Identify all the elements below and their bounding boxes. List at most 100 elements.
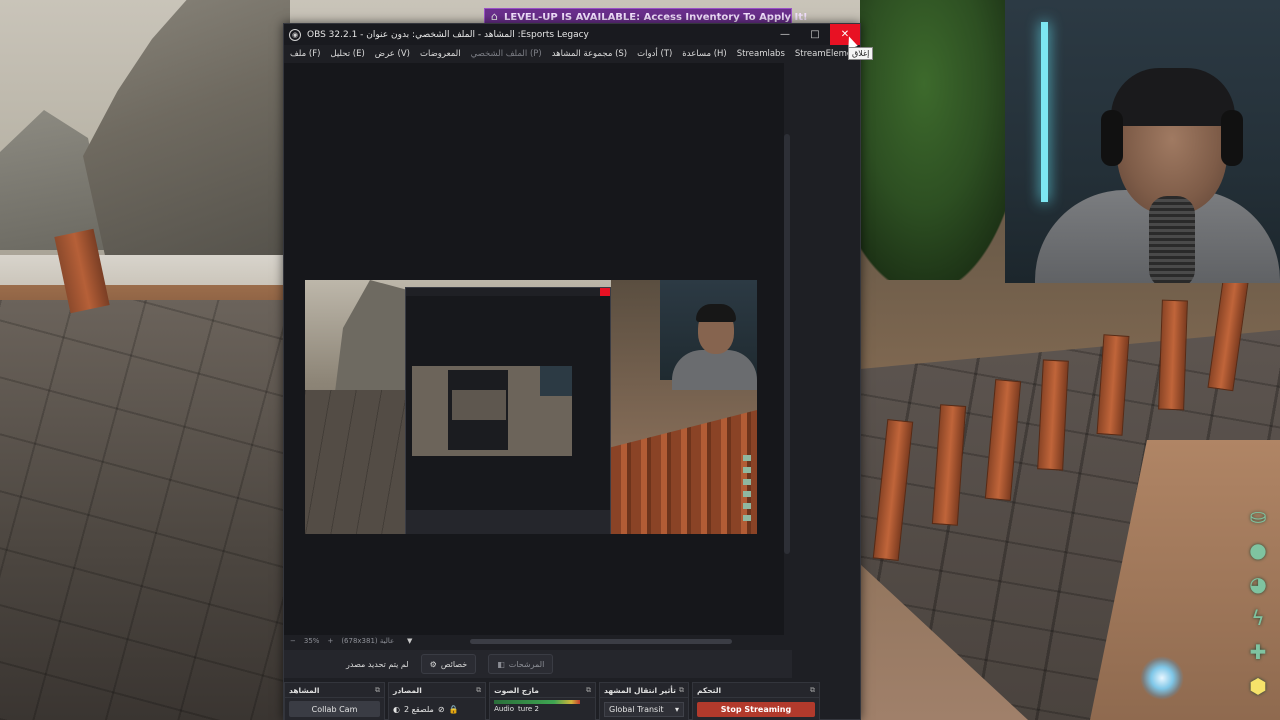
- audio-mixer-body: Audio ture 2: [490, 698, 595, 720]
- zoom-bar: − 35% + (678x381) عالية ▼: [284, 635, 860, 647]
- zoom-level: 35%: [303, 637, 320, 645]
- audio-mixer-dock: مازج الصوت ⧉ Audio ture 2: [489, 682, 596, 720]
- audio-mixer-title: مازج الصوت: [494, 685, 539, 695]
- lightning-icon: ϟ: [1251, 606, 1265, 630]
- audio-channel-name: Audio: [494, 705, 515, 713]
- window-title: OBS 32.2.1 - المشاهد - الملف الشخصي: بدو…: [307, 29, 589, 40]
- stream-preview[interactable]: [305, 280, 757, 534]
- transition-select-value: Global Transit: [609, 704, 664, 714]
- scenes-dock: المشاهد ⧉ Collab Cam: [284, 682, 385, 720]
- house-icon: ⌂: [491, 10, 498, 23]
- dock-popout-icon[interactable]: ⧉: [476, 686, 481, 695]
- preview-cliff: [334, 280, 415, 400]
- preview-webcam: [660, 280, 757, 390]
- preview-nested-canvas-2: [452, 390, 506, 420]
- properties-button[interactable]: ⚙ خصائص: [420, 654, 477, 674]
- vertical-scrollbar[interactable]: [784, 134, 790, 554]
- preview-canvas-area[interactable]: [284, 63, 784, 635]
- health-plus-icon: ✚: [1249, 640, 1267, 664]
- scenes-dock-header: المشاهد ⧉: [285, 683, 384, 698]
- microphone: [1149, 196, 1195, 283]
- menu-profile[interactable]: الملف الشخصي (P): [471, 49, 542, 59]
- preview-nested-titlebar: [406, 288, 610, 296]
- chevron-down-icon: ▾: [674, 704, 679, 714]
- scene-transitions-body: Global Transit ▾: [600, 698, 688, 720]
- zoom-in-button[interactable]: +: [327, 637, 333, 645]
- menu-file[interactable]: ملف (F): [290, 49, 320, 59]
- title-bar[interactable]: ◉ OBS 32.2.1 - المشاهد - الملف الشخصي: ب…: [284, 24, 860, 45]
- scene-transitions-title: تأثير انتقال المشهد: [604, 685, 676, 695]
- water-drop-icon: ●: [1249, 538, 1267, 562]
- maximize-button[interactable]: □: [800, 24, 830, 45]
- horizontal-scrollbar[interactable]: [470, 639, 732, 644]
- no-source-selected: لم يتم تحديد مصدر: [346, 659, 409, 669]
- menu-streamlabs[interactable]: Streamlabs: [737, 49, 785, 59]
- sources-dock: المصادر ⧉ ◐ 2 ملصقع ⊘ 🔒: [388, 682, 487, 720]
- streamer-cap: [1111, 68, 1235, 126]
- chevron-down-icon[interactable]: ▼: [407, 637, 412, 645]
- preview-nested-docks: [406, 510, 610, 534]
- headset-left: [1101, 110, 1123, 166]
- audio-meter: [494, 700, 581, 704]
- water-splash: [1140, 656, 1184, 700]
- sources-dock-title: المصادر: [393, 685, 422, 695]
- obs-logo-icon: ◉: [289, 28, 301, 41]
- weight-icon: ⛀: [1249, 504, 1267, 528]
- game-stone-floor: [0, 300, 300, 720]
- preview-hud: [743, 455, 751, 525]
- minimize-button[interactable]: —: [770, 24, 800, 45]
- level-up-text: LEVEL-UP IS AVAILABLE: Access Inventory …: [503, 11, 808, 23]
- controls-dock-header: التحكم ⧉: [693, 683, 819, 698]
- docks-row: المشاهد ⧉ Collab Cam المصادر ⧉ ◐ 2 ملصقع…: [284, 682, 820, 720]
- preview-nested-webcam: [540, 366, 572, 396]
- game-hud: ⛀ ● ◕ ϟ ✚ ⬢: [1243, 503, 1273, 703]
- filters-button[interactable]: ◧ المرشحات: [488, 654, 554, 674]
- scene-transitions-header: تأثير انتقال المشهد ⧉: [600, 683, 688, 698]
- preview-ground: [305, 390, 415, 534]
- audio-channel-name-2: ture 2: [518, 705, 539, 713]
- transition-select[interactable]: Global Transit ▾: [604, 701, 684, 717]
- game-palm-tree: [860, 0, 1020, 280]
- headset-right: [1221, 110, 1243, 166]
- controls-dock-title: التحكم: [697, 685, 722, 695]
- led-strip: [1041, 22, 1048, 202]
- right-dock-area: [791, 63, 860, 635]
- menu-bar: StreamElements Streamlabs مساعدة (H) أدو…: [284, 45, 865, 63]
- dock-popout-icon[interactable]: ⧉: [810, 686, 815, 695]
- screen: ⌂ LEVEL-UP IS AVAILABLE: Access Inventor…: [0, 0, 1280, 720]
- menu-view[interactable]: عرض (V): [375, 49, 410, 59]
- dock-popout-icon[interactable]: ⧉: [375, 686, 380, 695]
- webcam-overlay: [1005, 0, 1280, 283]
- menu-edit[interactable]: تحليل (E): [330, 49, 364, 59]
- preview-nested-close: [600, 288, 610, 296]
- filter-icon: ◧: [497, 659, 505, 669]
- dock-popout-icon[interactable]: ⧉: [679, 686, 684, 695]
- menu-docks[interactable]: المعروضات: [420, 49, 461, 59]
- sources-dock-header: المصادر ⧉: [389, 683, 486, 698]
- zoom-out-button[interactable]: −: [290, 637, 296, 645]
- eye-slash-icon[interactable]: ⊘: [438, 705, 445, 714]
- preview-streamer-cap: [696, 304, 736, 322]
- audio-channel: Audio ture 2: [494, 705, 539, 713]
- menu-help[interactable]: مساعدة (H): [682, 49, 726, 59]
- menu-tools[interactable]: أدوات (T): [637, 49, 672, 59]
- scenes-list: Collab Cam: [285, 698, 384, 720]
- scenes-dock-title: المشاهد: [289, 685, 320, 695]
- menu-scene-collection[interactable]: مجموعة المشاهد (S): [552, 49, 627, 59]
- source-type-icon: ◐: [393, 704, 400, 714]
- oxygen-icon: ⬢: [1249, 674, 1267, 698]
- source-item[interactable]: 2 ملصقع: [404, 705, 434, 714]
- canvas-size: (678x381) عالية: [341, 637, 395, 645]
- game-fence-plank: [1158, 299, 1188, 411]
- dock-popout-icon[interactable]: ⧉: [586, 686, 591, 695]
- food-icon: ◕: [1249, 572, 1267, 596]
- preview-nested-canvas: [412, 366, 572, 456]
- scene-item-collab-cam[interactable]: Collab Cam: [289, 701, 380, 717]
- preview-nested-obs: [405, 287, 611, 534]
- controls-body: Stop Streaming: [693, 698, 819, 720]
- lock-icon[interactable]: 🔒: [449, 705, 459, 714]
- properties-label: خصائص: [440, 659, 468, 669]
- close-tooltip: إغلاق: [848, 47, 874, 60]
- stop-streaming-button[interactable]: Stop Streaming: [697, 701, 815, 717]
- scene-transitions-dock: تأثير انتقال المشهد ⧉ Global Transit ▾: [599, 682, 689, 720]
